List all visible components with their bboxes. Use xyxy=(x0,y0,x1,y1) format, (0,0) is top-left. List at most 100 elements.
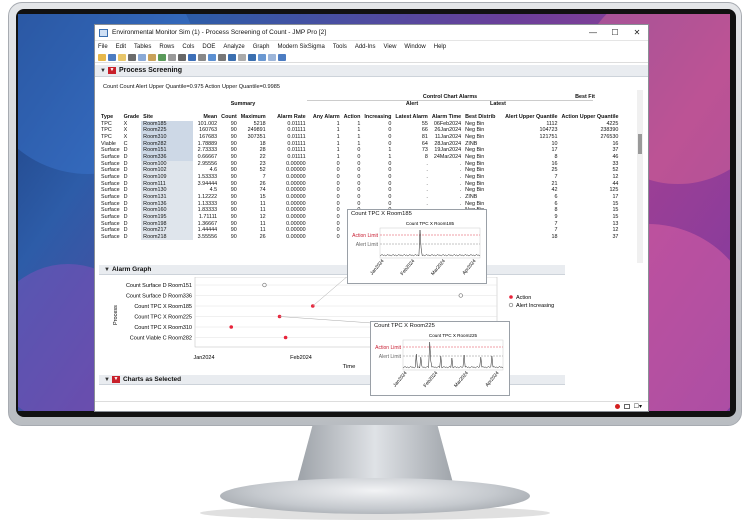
table-row[interactable]: TPC X Room185 101.002 90 5218 0.01111 1 1 0 55 06Fe… xyxy=(99,120,620,128)
save-icon[interactable] xyxy=(108,53,116,61)
col-header[interactable]: Alert Upper Quantile xyxy=(503,114,559,121)
maximize-button[interactable]: ☐ xyxy=(604,28,626,37)
col-header[interactable]: Mean xyxy=(193,114,219,121)
col-header[interactable]: Site xyxy=(141,114,193,121)
table-cell: 90 xyxy=(230,200,237,207)
col-header[interactable]: Any Alarm xyxy=(308,114,342,121)
search-icon[interactable] xyxy=(168,53,176,61)
table-cell: 1.44444 xyxy=(197,227,218,234)
arrow-tool-icon[interactable] xyxy=(178,53,186,61)
brush-icon[interactable] xyxy=(228,53,236,61)
table-cell: D xyxy=(123,153,128,160)
error-indicator-icon[interactable] xyxy=(615,404,620,409)
open-folder-icon[interactable] xyxy=(98,53,106,61)
popup-chart-room225[interactable]: Count TPC X Room225 Count TPC X Room225 A… xyxy=(370,321,510,396)
menu-tools[interactable]: Tools xyxy=(333,44,347,50)
lasso-icon[interactable] xyxy=(218,53,226,61)
table-cell: X xyxy=(123,133,128,140)
table-row[interactable]: Surface D Room336 0.66667 90 22 0.01111 1 0 1 8 24M… xyxy=(99,153,620,161)
col-header[interactable]: Grade xyxy=(122,114,142,121)
col-header[interactable]: Alarm Time xyxy=(430,114,463,121)
summary-header: Summary xyxy=(230,101,256,107)
table-cell: 44 xyxy=(612,180,619,187)
options-icon[interactable]: ☐▾ xyxy=(634,403,642,410)
disclosure-triangle-icon[interactable]: ▼ xyxy=(104,377,110,383)
col-header[interactable]: Action xyxy=(342,114,363,121)
crosshair-icon[interactable] xyxy=(238,53,246,61)
polygon-icon[interactable] xyxy=(268,53,276,61)
col-header[interactable]: Best Distrib xyxy=(463,114,503,121)
table-scrollbar[interactable] xyxy=(637,90,643,263)
table-row[interactable]: Surface D Room102 4.6 90 52 0.00000 0 0 0.. Neg Bi… xyxy=(99,167,620,174)
table-row[interactable]: Viable C Room282 1.78889 90 18 0.01111 1 1 0 64 28J… xyxy=(99,140,620,148)
help-tool-icon[interactable] xyxy=(188,53,196,61)
menu-rows[interactable]: Rows xyxy=(159,44,174,50)
table-cell: 167683 xyxy=(199,133,218,140)
menu-add-ins[interactable]: Add-Ins xyxy=(355,44,376,50)
process-screening-outline[interactable]: ▼ ▼ Process Screening xyxy=(95,65,648,77)
annotate-icon[interactable] xyxy=(248,53,256,61)
red-triangle-menu-icon[interactable]: ▼ xyxy=(107,67,116,74)
table-row[interactable]: Surface D Room131 1.12222 90 15 0.00000 0 0 0.. ZI… xyxy=(99,193,620,201)
new-table-icon[interactable] xyxy=(118,53,126,61)
col-header[interactable]: Maximum xyxy=(239,114,268,121)
popup-title: Count TPC X Room185 xyxy=(351,211,412,217)
col-header[interactable]: Increasing xyxy=(362,114,393,121)
paste-icon[interactable] xyxy=(148,53,156,61)
table-cell: 11 xyxy=(260,220,266,227)
alarm-graph-outline[interactable]: ▼ Alarm Graph xyxy=(99,265,565,275)
col-header[interactable]: Alarm Rate xyxy=(268,114,308,121)
table-row[interactable]: Surface D Room130 4.5 90 74 0.00000 0 0 0.. Neg Bi… xyxy=(99,187,620,194)
menu-edit[interactable]: Edit xyxy=(116,44,126,50)
col-header[interactable]: Action Upper Quantile xyxy=(560,114,621,121)
table-cell: 0.01111 xyxy=(287,153,306,160)
hand-tool-icon[interactable] xyxy=(198,53,206,61)
table-cell: 0 xyxy=(336,193,340,200)
red-triangle-menu-icon[interactable]: ▼ xyxy=(111,376,120,383)
table-row[interactable]: Surface D Room111 3.94444 90 26 0.00000 0 0 0.. Ne… xyxy=(99,180,620,188)
table-row[interactable]: Surface D Room100 2.95556 90 23 0.00000 0 0 0.. Ne… xyxy=(99,160,620,168)
title-bar: Environmental Monitor Sim (1) - Process … xyxy=(95,25,648,41)
line-tool-icon[interactable] xyxy=(258,53,266,61)
scrollbar-thumb[interactable] xyxy=(638,134,642,154)
menu-doe[interactable]: DOE xyxy=(202,44,215,50)
table-cell: 90 xyxy=(230,213,237,220)
disclosure-triangle-icon[interactable]: ▼ xyxy=(100,68,106,74)
menu-window[interactable]: Window xyxy=(404,44,425,50)
table-cell: 90 xyxy=(230,173,237,180)
table-cell: ZINB xyxy=(465,140,478,147)
col-header[interactable]: Type xyxy=(99,114,122,121)
table-icon[interactable] xyxy=(158,53,166,61)
popup-chart-room185[interactable]: Count TPC X Room185 Count TPC X Room185 A… xyxy=(347,209,487,284)
chart-plot-area xyxy=(402,339,504,371)
menu-file[interactable]: File xyxy=(98,44,108,50)
table-row[interactable]: TPC X Room310 167683 90 307351 0.01111 1 1 0 81 11J… xyxy=(99,133,620,141)
table-cell: Room282 xyxy=(141,140,194,148)
col-header[interactable]: Latest Alarm xyxy=(393,114,429,121)
simple-shape-icon[interactable] xyxy=(278,53,286,61)
menu-help[interactable]: Help xyxy=(434,44,446,50)
table-cell: 0 xyxy=(388,127,392,134)
table-cell: 10 xyxy=(551,140,558,147)
table-row[interactable]: Surface D Room136 1.13333 90 11 0.00000 0 0 0.. Ne… xyxy=(99,200,620,208)
menu-tables[interactable]: Tables xyxy=(134,44,151,50)
minimize-button[interactable]: — xyxy=(582,28,604,37)
table-row[interactable]: TPC X Room225 160763 90 249891 0.01111 1 1 0 66 26J… xyxy=(99,127,620,134)
menu-view[interactable]: View xyxy=(384,44,397,50)
close-button[interactable]: ✕ xyxy=(626,28,648,37)
table-row[interactable]: Surface D Room109 1.53333 90 7 0.00000 0 0 0.. Neg… xyxy=(99,173,620,181)
copy-icon[interactable] xyxy=(138,53,146,61)
cut-icon[interactable] xyxy=(128,53,136,61)
table-view-icon[interactable] xyxy=(624,404,630,409)
col-header[interactable]: Count xyxy=(219,114,239,121)
menu-cols[interactable]: Cols xyxy=(182,44,194,50)
table-row[interactable]: Surface D Room151 2.73333 90 28 0.01111 1 0 1 73 19… xyxy=(99,147,620,154)
menu-graph[interactable]: Graph xyxy=(253,44,270,50)
disclosure-triangle-icon[interactable]: ▼ xyxy=(104,267,110,273)
menu-analyze[interactable]: Analyze xyxy=(223,44,244,50)
table-cell: D xyxy=(123,167,128,174)
table-cell: 3.55556 xyxy=(197,233,218,240)
menu-modern-sixsigma[interactable]: Modern SixSigma xyxy=(277,44,324,50)
table-cell: 1.13333 xyxy=(197,200,218,207)
zoom-icon[interactable] xyxy=(208,53,216,61)
